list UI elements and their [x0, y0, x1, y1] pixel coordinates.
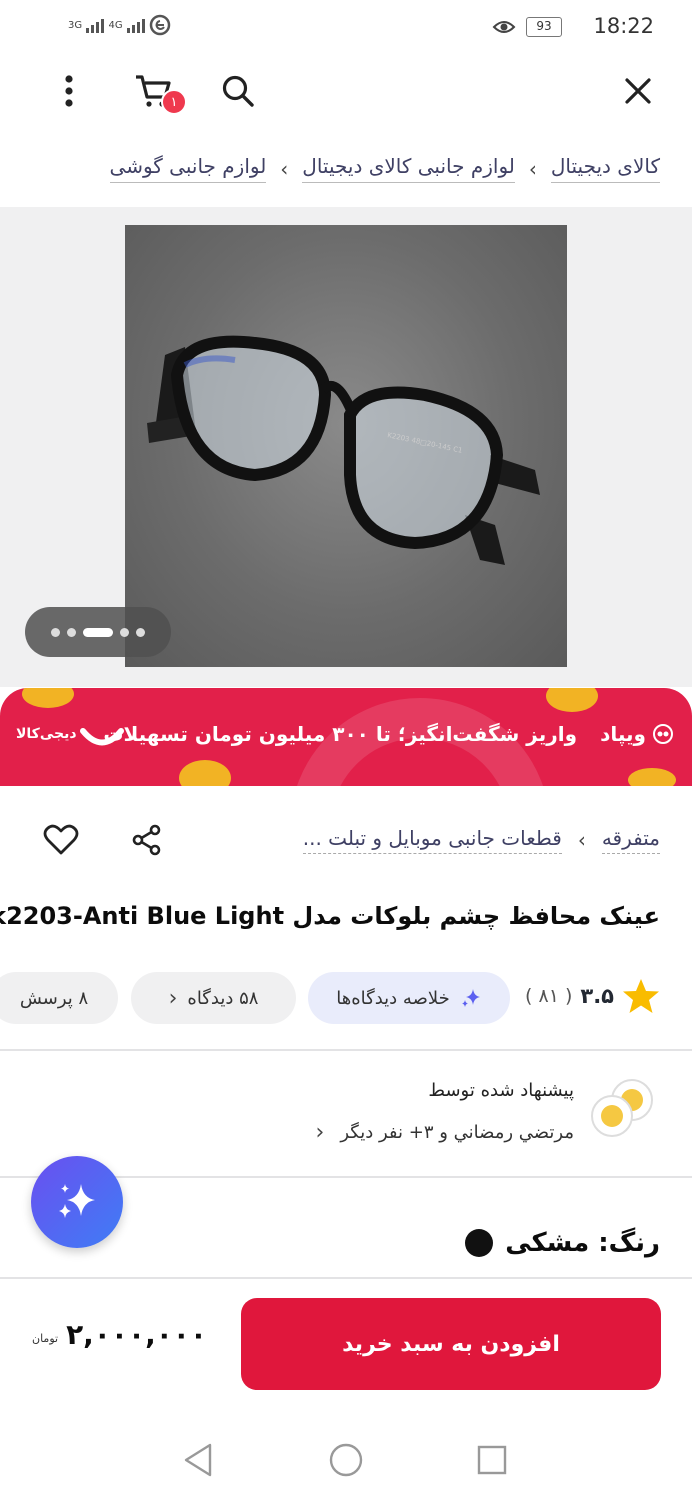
star-icon	[623, 979, 659, 1013]
breadcrumb-item[interactable]: کالای دیجیتال	[550, 154, 660, 183]
divider	[0, 1277, 692, 1279]
reviews-label: ۵۸ دیدگاه	[187, 987, 259, 1009]
search-icon	[222, 75, 254, 107]
currency-label: تومان	[32, 1332, 59, 1345]
questions-pill[interactable]: ۸ پرسش	[0, 972, 118, 1024]
share-icon	[132, 824, 161, 856]
category-link[interactable]: قطعات جانبی موبایل و تبلت ...	[302, 826, 562, 854]
share-button[interactable]	[126, 820, 166, 860]
promo-banner[interactable]: ویپاد واریز شگفت‌انگیز؛ تا ۳۰۰ میلیون تو…	[0, 688, 692, 786]
color-label: رنگ: مشکی	[505, 1228, 660, 1258]
add-to-cart-button[interactable]: افزودن به سبد خرید	[241, 1298, 661, 1390]
back-triangle-icon[interactable]	[182, 1442, 214, 1478]
recommended-title: پیشنهاد شده توسط	[428, 1080, 574, 1101]
ai-summary-label: خلاصه دیدگاه‌ها	[336, 987, 450, 1009]
breadcrumb-item[interactable]: لوازم جانبی گوشی	[109, 154, 267, 183]
signal-3g-label: 3G	[68, 20, 83, 31]
wipod-brand: ویپاد	[600, 722, 646, 746]
product-title: عینک محافظ چشم بلوکات مدل k2203-Anti Blu…	[0, 902, 660, 930]
breadcrumb-item[interactable]: لوازم جانبی کالای دیجیتال	[302, 154, 515, 183]
eye-comfort-icon	[492, 21, 516, 33]
rating-value: ۳.۵	[580, 984, 614, 1008]
smile-logo-icon	[80, 728, 124, 746]
home-circle-icon[interactable]	[328, 1442, 364, 1478]
pager-dot[interactable]	[120, 627, 129, 637]
close-icon	[625, 78, 651, 104]
product-image[interactable]: K2203 48□20-145 C1	[125, 225, 567, 667]
recommender-avatars	[586, 1078, 658, 1144]
product-category-path: متفرقه › قطعات جانبی موبایل و تبلت ...	[302, 826, 660, 854]
ai-assistant-fab[interactable]	[31, 1156, 123, 1248]
image-pager-dots[interactable]	[25, 607, 171, 657]
price: تومان ۲,۰۰۰,۰۰۰	[32, 1318, 207, 1351]
favorite-button[interactable]	[40, 820, 82, 860]
divider	[0, 1049, 692, 1051]
signal-4g-label: 4G	[108, 20, 123, 31]
chevron-right-icon: ›	[280, 156, 289, 181]
chevron-right-icon: ›	[577, 828, 586, 852]
signal-bars-icon	[86, 19, 105, 33]
recommended-by: مرتضي رمضاني و ۳+ نفر دیگر	[340, 1122, 574, 1143]
color-swatch-black[interactable]	[465, 1229, 494, 1257]
app-notification-icon	[149, 14, 171, 36]
questions-label: ۸ پرسش	[19, 987, 89, 1009]
battery-indicator: 93	[526, 17, 562, 37]
chevron-left-icon: ‹	[168, 985, 178, 1011]
reviews-pill[interactable]: ۵۸ دیدگاه ‹	[131, 972, 296, 1024]
sparkle-icon	[461, 989, 480, 1007]
clock: 18:22	[593, 14, 654, 38]
breadcrumb: کالای دیجیتال › لوازم جانبی کالای دیجیتا…	[109, 154, 660, 183]
digikala-logo-text: دیجی‌کالا	[16, 726, 77, 742]
avatar-icon	[591, 1079, 653, 1137]
wipod-logo: ویپاد	[600, 722, 674, 746]
wipod-icon	[653, 724, 673, 744]
signal-bars-icon	[126, 19, 145, 33]
chevron-right-icon: ›	[528, 156, 537, 181]
heart-icon	[43, 824, 79, 855]
more-vertical-icon	[65, 75, 73, 107]
color-selector: رنگ: مشکی	[465, 1228, 660, 1258]
status-bar: 3G 4G 93 18:22	[0, 0, 692, 54]
glasses-illustration: K2203 48□20-145 C1	[147, 335, 540, 565]
more-options-button[interactable]	[43, 65, 95, 117]
sparkle-icon	[59, 1184, 95, 1218]
search-button[interactable]	[212, 65, 264, 117]
recommended-by-row[interactable]: مرتضي رمضاني و ۳+ نفر دیگر ‹	[316, 1120, 574, 1145]
pager-dot-active[interactable]	[83, 627, 113, 637]
pager-dot[interactable]	[136, 627, 145, 637]
signal-indicators: 3G 4G	[68, 14, 171, 36]
rating: ۳.۵ ( ۸۱ )	[525, 978, 660, 1014]
close-button[interactable]	[612, 65, 664, 117]
product-gallery[interactable]: K2203 48□20-145 C1	[0, 207, 692, 687]
chevron-left-icon: ‹	[315, 1120, 325, 1145]
system-nav-bar	[0, 1414, 692, 1500]
promo-text: واریز شگفت‌انگیز؛ تا ۳۰۰ میلیون تومان تس…	[103, 722, 577, 746]
cart-count-badge: ۱	[161, 89, 187, 115]
category-link[interactable]: متفرقه	[601, 826, 660, 854]
pager-dot[interactable]	[51, 627, 60, 637]
recents-square-icon[interactable]	[476, 1444, 508, 1476]
price-amount: ۲,۰۰۰,۰۰۰	[66, 1318, 207, 1351]
pager-dot[interactable]	[67, 627, 76, 637]
rating-count: ( ۸۱ )	[525, 985, 573, 1007]
ai-summary-pill[interactable]: خلاصه دیدگاه‌ها	[308, 972, 510, 1024]
